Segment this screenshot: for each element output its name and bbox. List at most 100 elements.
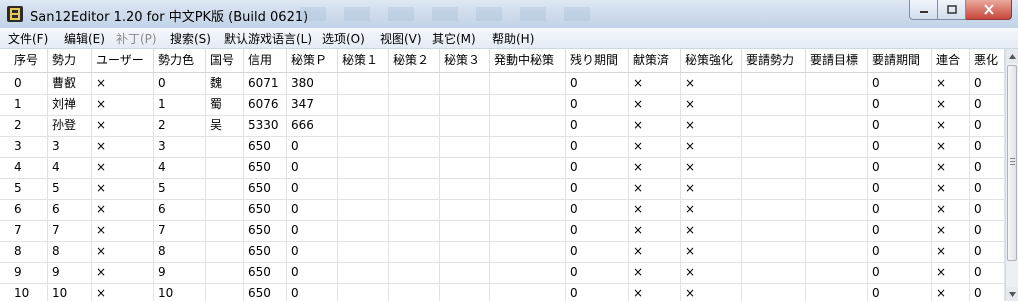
table-cell[interactable]	[440, 73, 490, 94]
table-cell[interactable]	[806, 178, 868, 199]
table-cell[interactable]: ×	[629, 115, 681, 136]
table-row[interactable]: 2 孙登 × 2 吴 5330 666 0 × × 0 × 0	[0, 115, 1005, 137]
column-header[interactable]: 要請期間	[868, 49, 932, 72]
table-cell[interactable]	[742, 157, 806, 178]
table-cell[interactable]: ×	[932, 157, 970, 178]
table-cell[interactable]: 0	[868, 220, 932, 241]
table-cell[interactable]	[338, 283, 389, 301]
table-cell[interactable]: 650	[244, 157, 287, 178]
table-cell[interactable]	[206, 199, 244, 220]
table-row[interactable]: 6 6 × 6 650 0 0 × × 0 × 0	[0, 199, 1005, 221]
table-cell[interactable]: 9	[154, 262, 206, 283]
table-cell[interactable]: ×	[932, 199, 970, 220]
table-cell[interactable]: ×	[932, 283, 970, 301]
table-cell[interactable]: ×	[92, 115, 154, 136]
scroll-down-button[interactable]	[1006, 287, 1018, 301]
table-cell[interactable]: 0	[970, 94, 1005, 115]
table-cell[interactable]: 2	[154, 115, 206, 136]
table-cell[interactable]	[806, 283, 868, 301]
table-cell[interactable]	[742, 199, 806, 220]
table-row[interactable]: 1 刘禅 × 1 蜀 6076 347 0 × × 0 × 0	[0, 94, 1005, 116]
table-cell[interactable]: ×	[681, 241, 742, 262]
menu-item[interactable]: 补丁(P)	[116, 30, 157, 47]
table-cell[interactable]: 380	[287, 73, 338, 94]
minimize-button[interactable]	[909, 0, 938, 20]
table-cell[interactable]: 650	[244, 220, 287, 241]
table-cell[interactable]: ×	[92, 199, 154, 220]
table-cell[interactable]	[338, 136, 389, 157]
table-cell[interactable]: 7	[48, 220, 92, 241]
table-cell[interactable]: 0	[287, 199, 338, 220]
column-header[interactable]: 連合	[932, 49, 970, 72]
column-header[interactable]: 勢力	[48, 49, 92, 72]
table-cell[interactable]: 666	[287, 115, 338, 136]
table-cell[interactable]: 0	[868, 136, 932, 157]
table-row[interactable]: 4 4 × 4 650 0 0 × × 0 × 0	[0, 157, 1005, 179]
table-cell[interactable]: 0	[970, 178, 1005, 199]
table-cell[interactable]: ×	[932, 136, 970, 157]
table-cell[interactable]: 5330	[244, 115, 287, 136]
table-cell[interactable]: 0	[970, 73, 1005, 94]
table-cell[interactable]: ×	[629, 136, 681, 157]
table-cell[interactable]: ×	[932, 262, 970, 283]
table-row[interactable]: 7 7 × 7 650 0 0 × × 0 × 0	[0, 220, 1005, 242]
table-cell[interactable]: 0	[868, 262, 932, 283]
table-cell[interactable]: 2	[10, 115, 48, 136]
table-cell[interactable]	[806, 220, 868, 241]
table-cell[interactable]: 0	[970, 283, 1005, 301]
table-cell[interactable]	[206, 157, 244, 178]
table-cell[interactable]: 0	[868, 199, 932, 220]
table-cell[interactable]	[389, 136, 440, 157]
table-cell[interactable]	[338, 241, 389, 262]
table-cell[interactable]	[206, 178, 244, 199]
table-cell[interactable]: 9	[10, 262, 48, 283]
column-header[interactable]: 発動中秘策	[490, 49, 566, 72]
table-cell[interactable]	[389, 220, 440, 241]
table-cell[interactable]	[742, 220, 806, 241]
table-cell[interactable]: 650	[244, 178, 287, 199]
table-cell[interactable]	[389, 241, 440, 262]
table-cell[interactable]: 5	[154, 178, 206, 199]
column-header[interactable]: 秘策２	[389, 49, 440, 72]
table-row[interactable]: 9 9 × 9 650 0 0 × × 0 × 0	[0, 262, 1005, 284]
table-cell[interactable]: 7	[10, 220, 48, 241]
table-cell[interactable]: 0	[566, 94, 629, 115]
table-cell[interactable]: 650	[244, 241, 287, 262]
table-cell[interactable]: 0	[287, 178, 338, 199]
table-cell[interactable]: 0	[566, 199, 629, 220]
table-cell[interactable]: 0	[566, 241, 629, 262]
table-cell[interactable]	[389, 178, 440, 199]
table-cell[interactable]: 吴	[206, 115, 244, 136]
table-cell[interactable]: ×	[681, 157, 742, 178]
table-cell[interactable]: ×	[92, 136, 154, 157]
table-cell[interactable]	[389, 94, 440, 115]
table-cell[interactable]: 0	[287, 262, 338, 283]
table-cell[interactable]: 1	[10, 94, 48, 115]
column-header[interactable]: 信用	[244, 49, 287, 72]
table-cell[interactable]: 650	[244, 136, 287, 157]
scroll-up-button[interactable]	[1006, 49, 1018, 63]
table-cell[interactable]	[389, 115, 440, 136]
table-cell[interactable]	[742, 178, 806, 199]
table-cell[interactable]: ×	[92, 241, 154, 262]
table-cell[interactable]: 0	[566, 157, 629, 178]
table-cell[interactable]	[338, 115, 389, 136]
table-cell[interactable]: ×	[92, 73, 154, 94]
table-cell[interactable]	[389, 283, 440, 301]
table-cell[interactable]: 0	[970, 115, 1005, 136]
table-cell[interactable]: 0	[566, 136, 629, 157]
table-cell[interactable]	[440, 220, 490, 241]
table-cell[interactable]: 0	[970, 220, 1005, 241]
table-cell[interactable]: 0	[970, 241, 1005, 262]
table-cell[interactable]: 0	[287, 283, 338, 301]
menu-item[interactable]: 搜索(S)	[170, 30, 211, 47]
table-cell[interactable]: 6071	[244, 73, 287, 94]
table-cell[interactable]	[389, 73, 440, 94]
close-button[interactable]	[966, 0, 1012, 20]
table-cell[interactable]: 4	[10, 157, 48, 178]
table-cell[interactable]	[806, 73, 868, 94]
table-cell[interactable]: 4	[48, 157, 92, 178]
menu-item[interactable]: 编辑(E)	[64, 30, 105, 47]
table-cell[interactable]: 8	[154, 241, 206, 262]
table-cell[interactable]	[490, 136, 566, 157]
